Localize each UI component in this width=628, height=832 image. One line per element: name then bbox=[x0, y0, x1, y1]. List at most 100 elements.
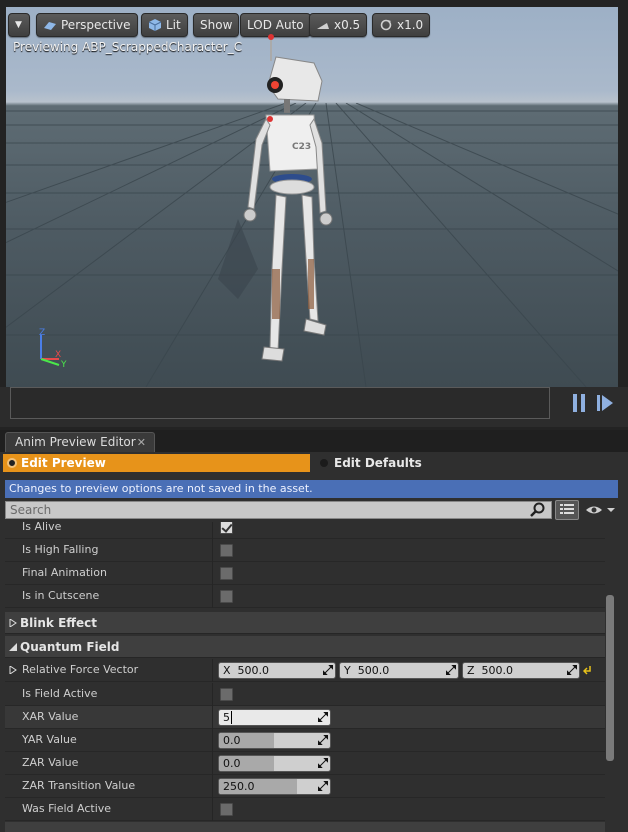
property-label: Is Alive bbox=[22, 522, 62, 533]
edit-defaults-label: Edit Defaults bbox=[334, 456, 422, 470]
final-animation-checkbox[interactable] bbox=[220, 567, 233, 580]
property-label: ZAR Transition Value bbox=[22, 779, 136, 792]
perspective-label: Perspective bbox=[61, 18, 131, 32]
vector-x-label: X bbox=[223, 664, 231, 677]
zar-value-slider[interactable]: 0.0 bbox=[218, 755, 331, 772]
xar-value-text: 5 bbox=[223, 711, 232, 724]
vector-z-field[interactable]: Z 500.0 bbox=[462, 662, 580, 679]
perspective-icon bbox=[44, 22, 56, 30]
property-list: Is Alive Is High Falling Final Animation… bbox=[5, 522, 605, 832]
perspective-button[interactable]: Perspective bbox=[36, 13, 138, 37]
expand-arrow-icon[interactable] bbox=[9, 666, 17, 674]
property-label: Final Animation bbox=[22, 566, 107, 579]
animation-viewport[interactable]: ▼ Perspective Lit Show LOD Auto x0.5 x1.… bbox=[6, 7, 618, 387]
is-alive-checkbox[interactable] bbox=[220, 522, 233, 534]
edit-preview-label: Edit Preview bbox=[21, 456, 106, 470]
column-divider bbox=[212, 539, 213, 562]
vector-y-label: Y bbox=[344, 664, 351, 677]
edit-preview-button[interactable]: Edit Preview bbox=[3, 454, 310, 472]
zar-value-text: 0.0 bbox=[223, 757, 241, 770]
vector-y-value: 500.0 bbox=[357, 664, 390, 677]
column-divider bbox=[212, 752, 213, 775]
property-row-relative-force-vector: Relative Force Vector X 500.0 Y 500.0 Z … bbox=[5, 659, 605, 682]
vector-x-field[interactable]: X 500.0 bbox=[218, 662, 336, 679]
vector-y-field[interactable]: Y 500.0 bbox=[339, 662, 459, 679]
property-label: Relative Force Vector bbox=[22, 663, 139, 676]
axis-gizmo: Z X Y bbox=[39, 328, 67, 370]
property-row-final-animation: Final Animation bbox=[5, 562, 605, 585]
chevron-down-icon bbox=[9, 643, 17, 651]
category-next[interactable] bbox=[5, 822, 605, 832]
property-label: Is Field Active bbox=[22, 687, 98, 700]
close-icon[interactable]: ✕ bbox=[137, 433, 146, 452]
property-row-was-field-active: Was Field Active bbox=[5, 798, 605, 821]
eye-icon[interactable] bbox=[585, 504, 617, 516]
chevron-right-icon bbox=[9, 619, 17, 627]
zar-transition-value-text: 250.0 bbox=[223, 780, 255, 793]
search-input[interactable]: Search bbox=[5, 501, 552, 519]
property-row-is-high-falling: Is High Falling bbox=[5, 539, 605, 562]
drag-arrows-icon bbox=[446, 665, 456, 675]
vector-z-label: Z bbox=[467, 664, 475, 677]
play-rate-label: x1.0 bbox=[397, 18, 424, 32]
step-forward-icon[interactable] bbox=[596, 393, 614, 413]
property-row-yar-value: YAR Value 0.0 bbox=[5, 729, 605, 752]
anim-preview-panel: Edit Preview Edit Defaults Changes to pr… bbox=[0, 452, 628, 832]
reset-arrow-icon[interactable] bbox=[583, 665, 592, 675]
property-row-zar-transition-value: ZAR Transition Value 250.0 bbox=[5, 775, 605, 798]
search-icon bbox=[530, 502, 545, 517]
drag-arrows-icon bbox=[318, 758, 328, 768]
tab-anim-preview-editor[interactable]: Anim Preview Editor ✕ bbox=[5, 432, 155, 452]
is-high-falling-checkbox[interactable] bbox=[220, 544, 233, 557]
property-row-xar-value: XAR Value 5 bbox=[5, 706, 605, 729]
tab-bar: Anim Preview Editor ✕ bbox=[0, 430, 628, 452]
is-field-active-checkbox[interactable] bbox=[220, 688, 233, 701]
yar-value-text: 0.0 bbox=[223, 734, 241, 747]
category-blink-effect[interactable]: Blink Effect bbox=[5, 612, 605, 634]
radio-selected-icon bbox=[7, 458, 17, 468]
was-field-active-checkbox[interactable] bbox=[220, 803, 233, 816]
category-quantum-field[interactable]: Quantum Field bbox=[5, 636, 605, 658]
column-divider bbox=[212, 522, 213, 539]
edit-mode-bar: Edit Preview Edit Defaults bbox=[3, 454, 623, 474]
vector-z-value: 500.0 bbox=[481, 664, 514, 677]
timeline-bar bbox=[0, 387, 628, 427]
view-options-button[interactable] bbox=[555, 500, 579, 520]
property-label: Is High Falling bbox=[22, 543, 99, 556]
radio-unselected-icon bbox=[320, 459, 328, 467]
column-divider bbox=[212, 562, 213, 585]
property-label: ZAR Value bbox=[22, 756, 79, 769]
xar-value-input[interactable]: 5 bbox=[218, 709, 331, 726]
property-row-is-alive: Is Alive bbox=[5, 522, 605, 539]
drag-arrows-icon bbox=[318, 781, 328, 791]
lit-label: Lit bbox=[166, 18, 181, 32]
property-row-zar-value: ZAR Value 0.0 bbox=[5, 752, 605, 775]
vector-x-value: 500.0 bbox=[237, 664, 270, 677]
is-in-cutscene-checkbox[interactable] bbox=[220, 590, 233, 603]
column-divider bbox=[212, 683, 213, 706]
pause-icon[interactable] bbox=[571, 393, 587, 413]
axis-z-label: Z bbox=[39, 328, 45, 338]
property-row-is-in-cutscene: Is in Cutscene bbox=[5, 585, 605, 608]
drag-arrows-icon bbox=[318, 712, 328, 722]
drag-arrows-icon bbox=[567, 665, 577, 675]
lit-button[interactable]: Lit bbox=[141, 13, 188, 37]
property-label: XAR Value bbox=[22, 710, 79, 723]
yar-value-slider[interactable]: 0.0 bbox=[218, 732, 331, 749]
chevron-down-icon: ▼ bbox=[15, 20, 22, 30]
column-divider bbox=[212, 585, 213, 608]
category-label: Blink Effect bbox=[20, 616, 97, 630]
timeline-scrubber[interactable] bbox=[10, 387, 550, 419]
preview-label: Previewing ABP_ScrappedCharacter_C bbox=[13, 40, 243, 54]
svg-text:C23: C23 bbox=[292, 142, 311, 152]
category-label: Quantum Field bbox=[20, 640, 120, 654]
notice-banner: Changes to preview options are not saved… bbox=[5, 480, 618, 498]
zar-transition-value-slider[interactable]: 250.0 bbox=[218, 778, 331, 795]
tab-label: Anim Preview Editor bbox=[15, 435, 136, 449]
edit-defaults-button[interactable]: Edit Defaults bbox=[316, 454, 422, 472]
viewport-options-button[interactable]: ▼ bbox=[8, 13, 30, 37]
scrollbar-thumb[interactable] bbox=[606, 595, 614, 761]
rotate-icon bbox=[380, 19, 392, 31]
play-rate-button[interactable]: x1.0 bbox=[372, 13, 431, 37]
column-divider bbox=[212, 775, 213, 798]
